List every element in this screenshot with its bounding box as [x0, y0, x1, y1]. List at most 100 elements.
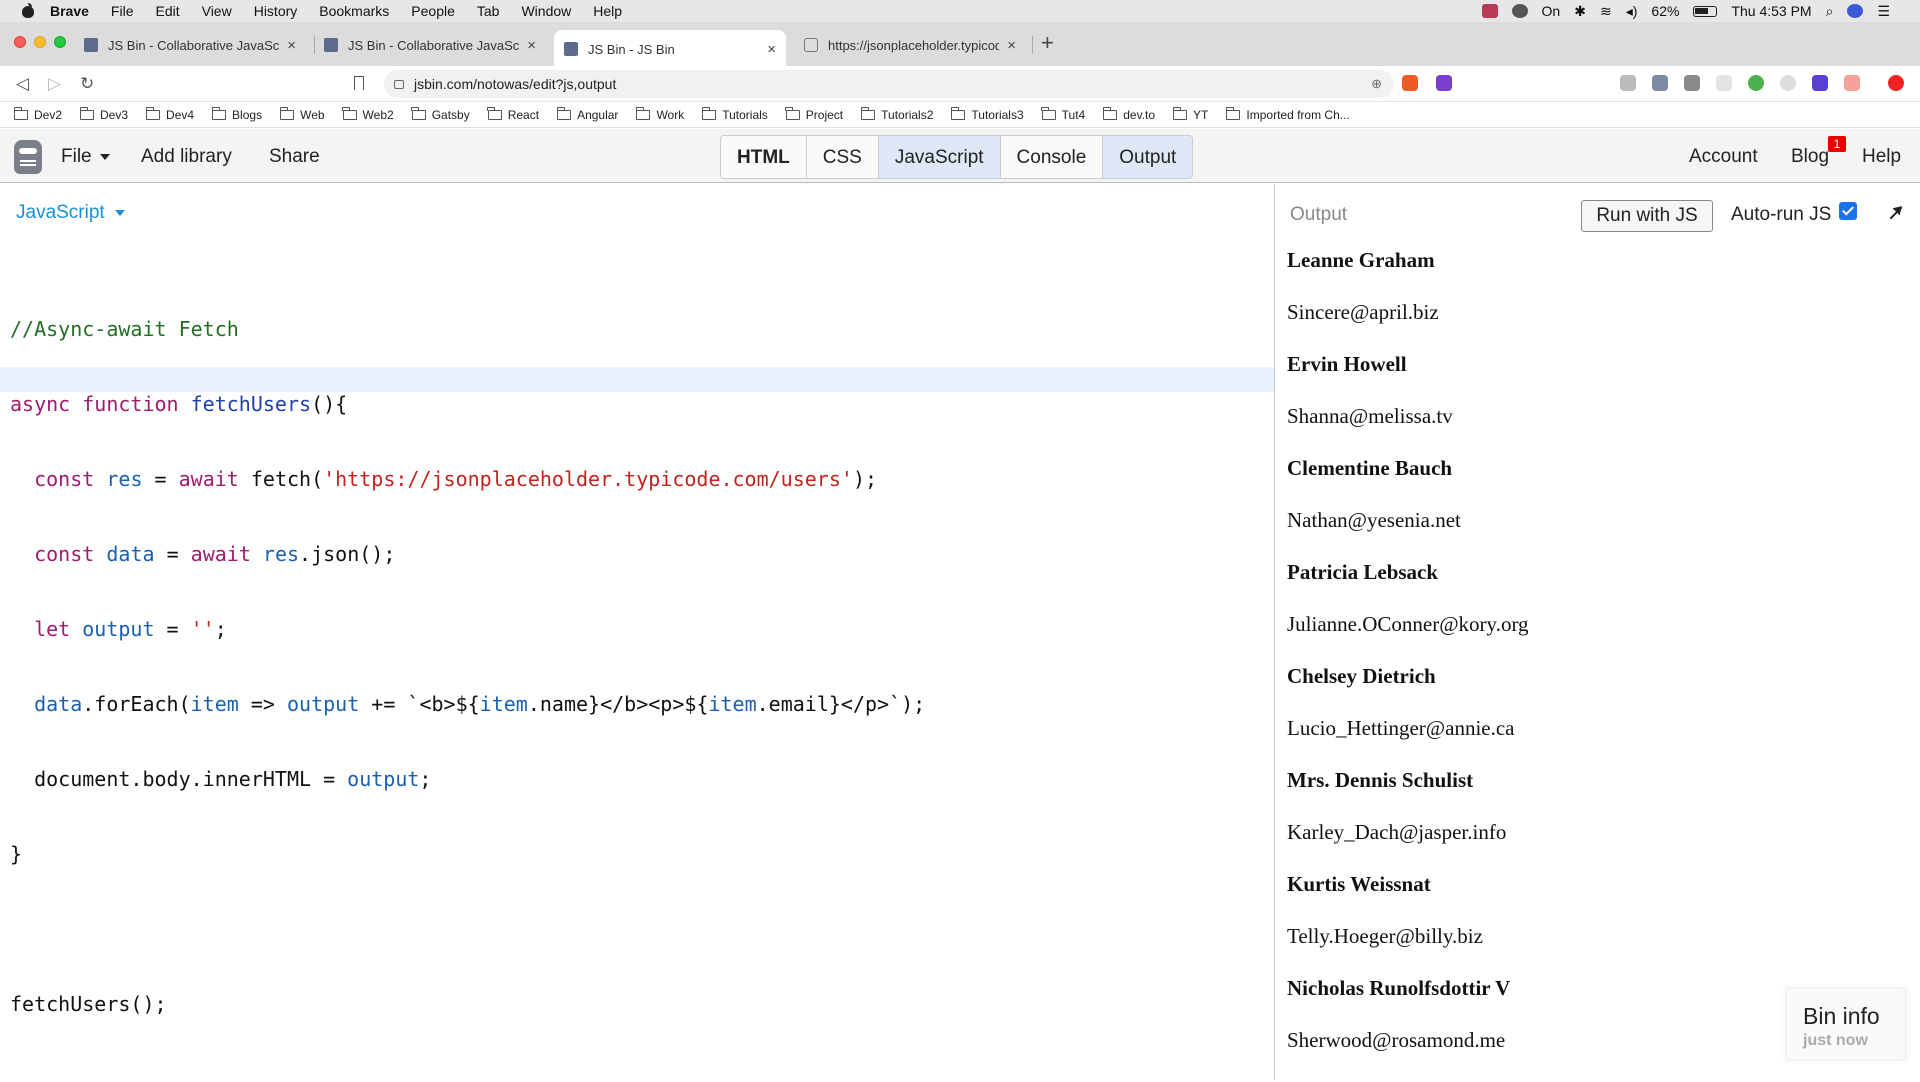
brave-rewards-icon[interactable] [1436, 75, 1452, 91]
fullscreen-window-icon[interactable] [54, 36, 66, 48]
jsbin-logo-icon[interactable] [14, 140, 42, 174]
tab-jsonplaceholder[interactable]: https://jsonplaceholder.typicode × [794, 30, 1026, 60]
menu-brave[interactable]: Brave [50, 3, 89, 19]
panel-html-button[interactable]: HTML [721, 136, 807, 178]
tab-close-icon[interactable]: × [287, 37, 296, 54]
file-menu-label: File [61, 146, 92, 167]
notification-center-icon[interactable]: ☰ [1877, 3, 1890, 20]
file-menu[interactable]: File [61, 146, 110, 168]
back-icon[interactable]: ◁ [16, 74, 29, 94]
menu-help[interactable]: Help [593, 3, 622, 19]
blog-link[interactable]: Blog [1791, 146, 1829, 168]
minimize-window-icon[interactable] [34, 36, 46, 48]
volume-icon[interactable]: ◂) [1626, 3, 1638, 20]
battery-icon[interactable] [1693, 5, 1718, 17]
wifi-icon[interactable]: ≋ [1600, 3, 1612, 20]
color-picker-icon[interactable] [1748, 75, 1764, 91]
bookmark-folder[interactable]: dev.to [1102, 106, 1155, 122]
reload-icon[interactable]: ↻ [80, 74, 94, 94]
bin-info-panel[interactable]: Bin info just now [1786, 988, 1906, 1060]
bookmark-folder[interactable]: Web2 [342, 106, 394, 122]
bookmark-folder[interactable]: Gatsby [411, 106, 470, 122]
menu-people[interactable]: People [411, 3, 455, 19]
code-area[interactable]: //Async-await Fetch async function fetch… [0, 242, 1274, 1067]
bookmark-folder[interactable]: Tutorials2 [860, 106, 934, 122]
menu-view[interactable]: View [202, 3, 232, 19]
spotlight-search-icon[interactable]: ⌕ [1826, 3, 1834, 20]
tab-close-icon[interactable]: × [527, 37, 536, 54]
popout-arrow-icon[interactable] [1888, 206, 1902, 220]
zoom-icon[interactable]: ⊕ [1371, 76, 1382, 92]
bookmark-folder[interactable]: React [487, 106, 539, 122]
menu-tab[interactable]: Tab [477, 3, 500, 19]
bookmark-folder[interactable]: Web [279, 106, 325, 122]
extension-icon[interactable] [1888, 75, 1904, 91]
menu-file[interactable]: File [111, 3, 134, 19]
help-link[interactable]: Help [1862, 146, 1901, 168]
tab-close-icon[interactable]: × [767, 41, 776, 58]
extension-icon[interactable] [1844, 75, 1860, 91]
clock[interactable]: Thu 4:53 PM [1731, 3, 1811, 19]
siri-icon[interactable] [1847, 4, 1864, 18]
bookmark-folder[interactable]: Angular [556, 106, 618, 122]
menu-window[interactable]: Window [521, 3, 571, 19]
menu-edit[interactable]: Edit [155, 3, 179, 19]
code-line: fetchUsers(); [10, 992, 167, 1016]
panel-output-button[interactable]: Output [1103, 136, 1193, 178]
account-link[interactable]: Account [1689, 146, 1758, 168]
tab-jsbin-2[interactable]: JS Bin - Collaborative JavaScript × [314, 30, 546, 60]
new-tab-button[interactable]: + [1041, 30, 1054, 56]
run-with-js-button[interactable]: Run with JS [1581, 200, 1713, 232]
bookmark-folder[interactable]: Tut4 [1041, 106, 1085, 122]
bookmark-folder[interactable]: Dev4 [145, 106, 194, 122]
bookmark-folder[interactable]: Work [635, 106, 684, 122]
menu-bookmarks[interactable]: Bookmarks [319, 3, 389, 19]
bookmark-folder[interactable]: Tutorials3 [950, 106, 1024, 122]
javascript-editor-panel[interactable]: JavaScript //Async-await Fetch async fun… [0, 184, 1274, 1080]
address-field[interactable]: jsbin.com/notowas/edit?js,output ⊕ [384, 70, 1394, 98]
web-page-icon [804, 38, 818, 52]
brave-shields-icon[interactable] [1402, 75, 1418, 91]
editor-language-dropdown[interactable]: JavaScript [16, 202, 125, 224]
bookmark-folder[interactable]: Dev2 [13, 106, 62, 122]
vpn-icon[interactable] [1511, 4, 1528, 18]
bookmark-folder[interactable]: Imported from Ch... [1225, 106, 1350, 122]
menu-history[interactable]: History [254, 3, 298, 19]
bookmark-icon[interactable] [354, 76, 364, 90]
panel-javascript-button[interactable]: JavaScript [878, 136, 1001, 178]
tab-close-icon[interactable]: × [1007, 37, 1016, 54]
folder-icon [13, 106, 28, 120]
bookmark-folder[interactable]: Project [785, 106, 843, 122]
extension-icon[interactable] [1780, 75, 1796, 91]
add-library-link[interactable]: Add library [141, 146, 232, 168]
bookmark-label: Gatsby [431, 107, 470, 122]
auto-run-toggle[interactable]: Auto-run JS [1731, 202, 1858, 226]
panel-console-button[interactable]: Console [1001, 136, 1104, 178]
auto-run-checkbox[interactable] [1839, 202, 1858, 220]
extension-icon[interactable] [1684, 75, 1700, 91]
extension-icon[interactable] [1620, 75, 1636, 91]
tab-jsbin-active[interactable]: JS Bin - JS Bin × [554, 30, 786, 68]
extension-icon[interactable] [1652, 75, 1668, 91]
bookmark-folder[interactable]: Blogs [211, 106, 262, 122]
bookmark-folder[interactable]: Dev3 [79, 106, 128, 122]
folder-icon [211, 106, 227, 120]
code-line: data.forEach(item => output += `<b>${ite… [34, 692, 926, 716]
status-app-icon[interactable] [1481, 4, 1498, 18]
extension-icon[interactable] [1716, 75, 1732, 91]
panel-css-button[interactable]: CSS [807, 136, 879, 178]
share-link[interactable]: Share [269, 146, 320, 168]
close-window-icon[interactable] [14, 36, 26, 48]
bookmark-folder[interactable]: YT [1172, 106, 1208, 122]
bookmark-folder[interactable]: Tutorials [701, 106, 768, 122]
bluetooth-icon[interactable]: ✱ [1574, 3, 1586, 20]
apple-icon[interactable] [20, 3, 36, 19]
bookmark-label: Tutorials2 [881, 107, 934, 122]
tab-jsbin-1[interactable]: JS Bin - Collaborative JavaScript × [74, 30, 306, 60]
bookmark-label: Web2 [362, 107, 394, 122]
user-name: Kurtis Weissnat [1287, 872, 1431, 896]
forward-icon[interactable]: ▷ [48, 74, 61, 94]
folder-icon [279, 106, 295, 120]
extension-icon[interactable] [1812, 75, 1828, 91]
